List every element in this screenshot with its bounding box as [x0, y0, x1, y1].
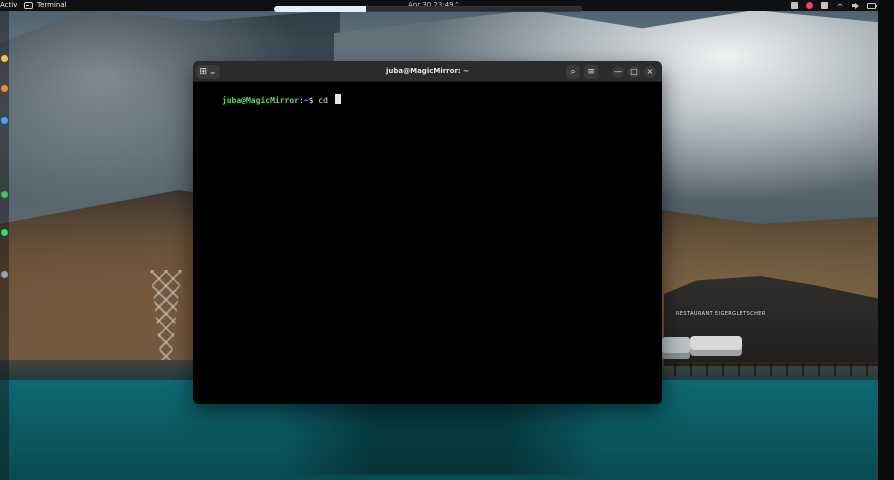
dock-item[interactable] — [1, 191, 8, 198]
dock-item[interactable] — [1, 85, 8, 92]
wifi-icon[interactable] — [836, 2, 844, 10]
screen-right-edge — [878, 0, 894, 480]
wallpaper-fence — [674, 362, 878, 376]
minimize-icon: — — [614, 66, 622, 76]
activities-button[interactable]: Activities — [0, 0, 18, 11]
titlebar-right-controls: ⌕ ≡ — □ × — [566, 64, 656, 79]
close-button[interactable]: × — [644, 65, 656, 78]
dock-item[interactable] — [1, 55, 8, 62]
battery-icon[interactable] — [867, 2, 877, 9]
hamburger-menu-icon: ≡ — [587, 66, 595, 77]
top-progress-bar — [274, 6, 582, 12]
wallpaper-car — [690, 336, 742, 356]
search-icon: ⌕ — [570, 66, 576, 77]
terminal-prompt-line: juba@MagicMirror:~$ cd — [193, 82, 341, 119]
minimize-button[interactable]: — — [612, 65, 624, 78]
menu-button[interactable]: ≡ — [584, 64, 598, 79]
wallpaper-vehicle — [662, 337, 690, 359]
dock — [0, 11, 9, 480]
dock-item[interactable] — [1, 117, 8, 124]
top-progress-fill — [274, 6, 367, 12]
recording-indicator-icon[interactable] — [806, 2, 813, 9]
maximize-icon: □ — [630, 66, 638, 76]
maximize-button[interactable]: □ — [628, 65, 640, 78]
system-tray[interactable] — [791, 0, 877, 11]
dock-item[interactable] — [1, 271, 8, 278]
wallpaper-reflection — [280, 395, 600, 475]
command-space — [328, 96, 333, 105]
app-menu-label: Terminal — [37, 1, 67, 9]
prompt-user-host: juba@MagicMirror — [221, 96, 299, 105]
command-input[interactable]: cd — [318, 96, 328, 105]
wallpaper-building-sign: RESTAURANT EIGERGLETSCHER — [676, 311, 766, 317]
volume-icon[interactable] — [852, 2, 859, 9]
app-indicator-icon[interactable] — [821, 2, 828, 9]
dock-item[interactable] — [1, 229, 8, 236]
camera-icon[interactable] — [791, 2, 798, 9]
terminal-window[interactable]: ⊞ ⌄ juba@MagicMirror: ~ ⌕ ≡ — □ × juba@M… — [193, 61, 662, 404]
search-button[interactable]: ⌕ — [566, 64, 580, 79]
top-bar-left: Activities Terminal — [0, 0, 67, 11]
close-icon: × — [646, 66, 654, 76]
text-cursor — [334, 94, 341, 104]
terminal-titlebar[interactable]: ⊞ ⌄ juba@MagicMirror: ~ ⌕ ≡ — □ × — [193, 61, 662, 82]
terminal-app-icon — [24, 2, 33, 9]
app-menu[interactable]: Terminal — [24, 0, 67, 11]
terminal-output[interactable]: juba@MagicMirror:~$ cd — [193, 82, 662, 404]
